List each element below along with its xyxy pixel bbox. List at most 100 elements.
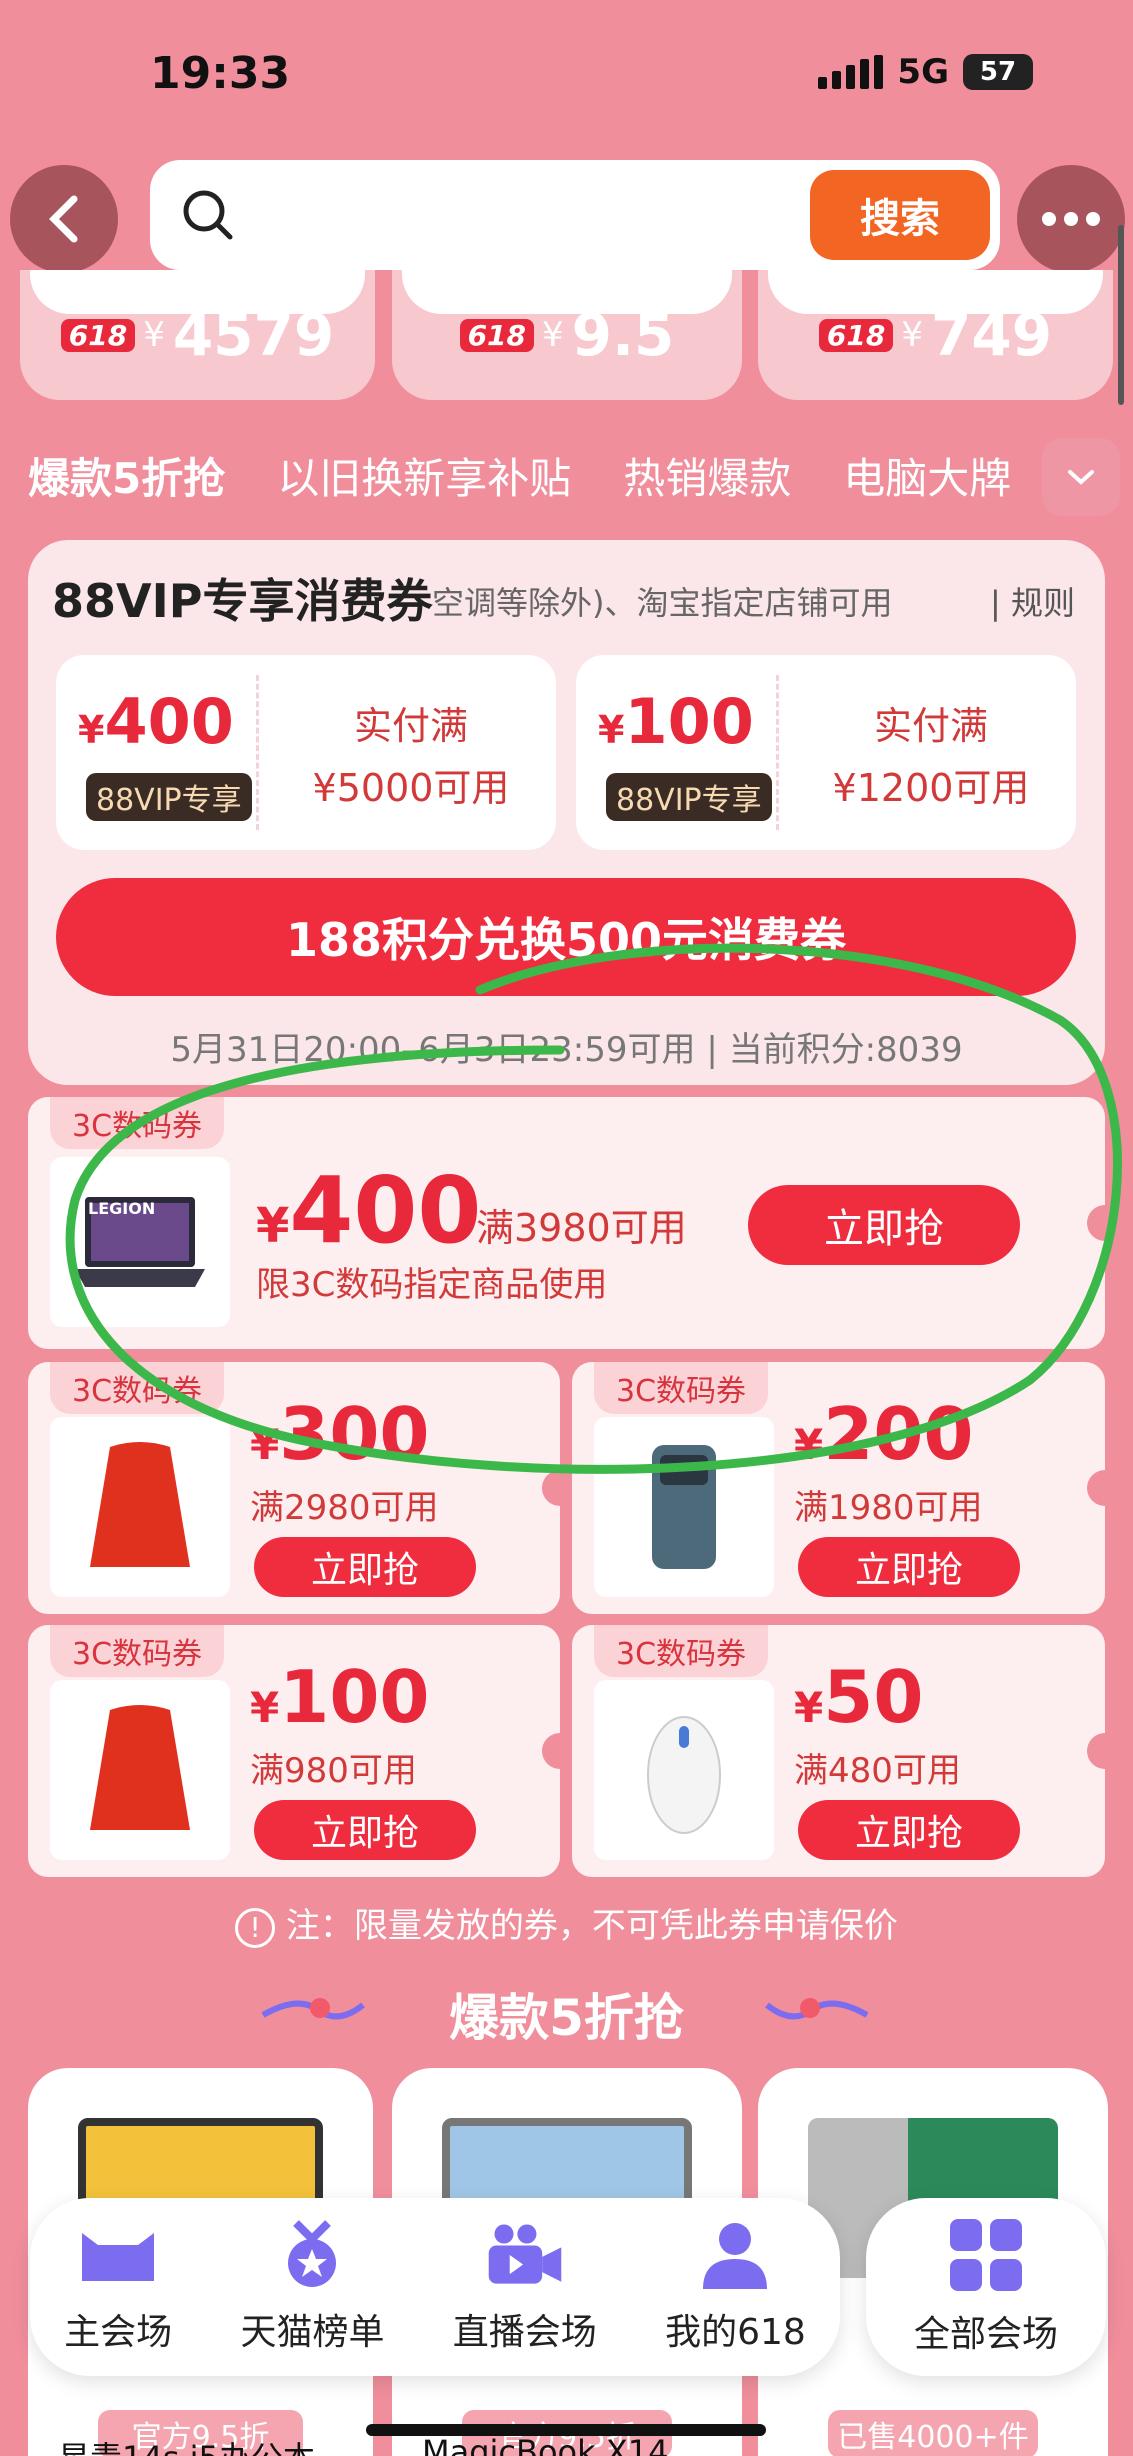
- bottom-tab-bar: 主会场 天猫榜单 直播会场 我的618: [30, 2198, 840, 2376]
- product-image: [594, 1680, 774, 1860]
- status-time: 19:33: [150, 48, 291, 99]
- tab-live-venue[interactable]: 直播会场: [453, 2219, 597, 2355]
- coupon-condition: 满3980可用: [476, 1206, 687, 1250]
- vip-subtitle: 空调等除外)、淘宝指定店铺可用: [432, 584, 892, 622]
- notch: [1087, 1470, 1105, 1506]
- grab-button[interactable]: 立即抢: [254, 1537, 476, 1597]
- coupon-card[interactable]: 3C数码券 ¥200 满1980可用 立即抢: [572, 1362, 1105, 1614]
- coupon-condition: 实付满 ¥5000可用: [312, 704, 510, 810]
- coupon-condition: 满2980可用: [250, 1488, 439, 1528]
- search-bar[interactable]: 搜索: [150, 160, 1000, 270]
- coupon-amount: ¥300: [250, 1392, 430, 1476]
- laptop-image: LEGION: [50, 1157, 230, 1327]
- note-text: 注：限量发放的券，不可凭此券申请保价: [285, 1906, 898, 1946]
- product-image-area: [402, 270, 732, 314]
- more-icon: [1042, 212, 1100, 226]
- grab-button[interactable]: 立即抢: [798, 1800, 1020, 1860]
- ribbon-decoration-icon: [765, 1998, 869, 2020]
- product-image: [50, 1417, 230, 1597]
- vip-badge: 88VIP专享: [606, 773, 772, 821]
- product-image: [50, 1680, 230, 1860]
- coupon-amount: ¥400: [78, 685, 234, 758]
- category-tabs: 爆款5折抢 以旧换新享补贴 热销爆款 电脑大牌: [28, 445, 1068, 506]
- product-name: MagicBook X14: [422, 2433, 669, 2456]
- chevron-down-icon: [1068, 470, 1094, 485]
- coupon-condition: 满980可用: [250, 1751, 417, 1791]
- back-button[interactable]: [10, 165, 118, 273]
- network-type: 5G: [897, 52, 949, 92]
- product-image-area: [768, 270, 1103, 314]
- price-card[interactable]: 618 ¥ 4579: [20, 270, 375, 400]
- notch: [542, 1733, 560, 1769]
- search-input[interactable]: [256, 160, 810, 270]
- coupon-amount: ¥50: [794, 1655, 924, 1739]
- tab-my-618[interactable]: 我的618: [665, 2219, 806, 2355]
- price-card[interactable]: 618 ¥ 749: [758, 270, 1113, 400]
- search-icon: [183, 190, 233, 240]
- vip-coupon[interactable]: ¥100 88VIP专享 实付满 ¥1200可用: [576, 655, 1076, 850]
- grab-button[interactable]: 立即抢: [748, 1185, 1020, 1265]
- tag-618: 618: [818, 318, 894, 352]
- divider: [776, 675, 779, 830]
- coupon-tag: 3C数码券: [594, 1625, 769, 1677]
- price-card[interactable]: 618 ¥ 9.5: [392, 270, 742, 400]
- video-icon: [483, 2219, 567, 2291]
- coupon-card-main[interactable]: 3C数码券 LEGION ¥400 满3980可用 限3C数码指定商品使用 立即…: [28, 1097, 1105, 1349]
- cat-icon: [76, 2219, 160, 2291]
- laptop-brand: LEGION: [88, 1199, 156, 1218]
- coupon-description: 限3C数码指定商品使用: [256, 1265, 608, 1305]
- coupon-condition: 满1980可用: [794, 1488, 983, 1528]
- currency: ¥: [542, 315, 564, 355]
- grab-button[interactable]: 立即抢: [254, 1800, 476, 1860]
- coupon-amount: ¥100: [598, 685, 754, 758]
- vip-coupon[interactable]: ¥400 88VIP专享 实付满 ¥5000可用: [56, 655, 556, 850]
- tag-618: 618: [459, 318, 535, 352]
- vip-badge: 88VIP专享: [86, 773, 252, 821]
- signal-icon: [818, 55, 884, 89]
- tab-main-venue[interactable]: 主会场: [64, 2219, 172, 2355]
- coupon-card[interactable]: 3C数码券 ¥100 满980可用 立即抢: [28, 1625, 560, 1877]
- info-icon: !: [235, 1907, 276, 1948]
- coupon-tag: 3C数码券: [50, 1362, 225, 1414]
- user-icon: [693, 2219, 777, 2291]
- coupon-card[interactable]: 3C数码券 ¥300 满2980可用 立即抢: [28, 1362, 560, 1614]
- tab-label: 我的618: [665, 2312, 806, 2353]
- tab-tmall-ranking[interactable]: 天猫榜单: [240, 2219, 384, 2355]
- medal-icon: [270, 2219, 354, 2291]
- grab-button[interactable]: 立即抢: [798, 1537, 1020, 1597]
- tab-computer-brands[interactable]: 电脑大牌: [843, 445, 1011, 506]
- scrollbar[interactable]: [1118, 225, 1124, 405]
- section-title: 爆款5折抢: [449, 1989, 684, 2047]
- currency: ¥: [901, 315, 923, 355]
- search-button[interactable]: 搜索: [810, 170, 990, 260]
- more-button[interactable]: [1017, 165, 1125, 273]
- coupon-condition: 实付满 ¥1200可用: [832, 704, 1030, 810]
- chevron-left-icon: [49, 195, 78, 243]
- coupon-amount: ¥200: [794, 1392, 974, 1476]
- redeem-points-button[interactable]: 188积分兑换500元消费券: [56, 878, 1076, 996]
- coupon-condition: 满480可用: [794, 1751, 961, 1791]
- expand-tabs-button[interactable]: [1042, 438, 1120, 516]
- grid-icon: [950, 2219, 1022, 2291]
- product-image: [594, 1417, 774, 1597]
- currency: ¥: [143, 315, 165, 355]
- notch: [1087, 1205, 1105, 1241]
- tab-label: 主会场: [64, 2312, 173, 2353]
- coupon-tag: 3C数码券: [50, 1625, 225, 1677]
- tab-label: 天猫榜单: [240, 2312, 385, 2353]
- tab-label: 直播会场: [452, 2312, 597, 2353]
- price-protection-note: ! 注：限量发放的券，不可凭此券申请保价: [0, 1898, 1133, 1948]
- tab-trade-in[interactable]: 以旧换新享补贴: [277, 445, 571, 506]
- vip-title: 88VIP专享消费券: [52, 574, 433, 628]
- home-indicator: [366, 2424, 766, 2436]
- all-venues-button[interactable]: 全部会场: [866, 2198, 1106, 2376]
- tag-618: 618: [60, 318, 136, 352]
- tab-bestsellers[interactable]: 热销爆款: [623, 445, 791, 506]
- notch: [542, 1470, 560, 1506]
- tab-hot-deals[interactable]: 爆款5折抢: [28, 445, 225, 506]
- coupon-card[interactable]: 3C数码券 ¥50 满480可用 立即抢: [572, 1625, 1105, 1877]
- rules-link[interactable]: | 规则: [990, 578, 1075, 624]
- product-name: 星青14s i5办公本: [58, 2433, 315, 2456]
- sales-pill: 已售4000+件: [828, 2410, 1038, 2456]
- coupon-tag: 3C数码券: [594, 1362, 769, 1414]
